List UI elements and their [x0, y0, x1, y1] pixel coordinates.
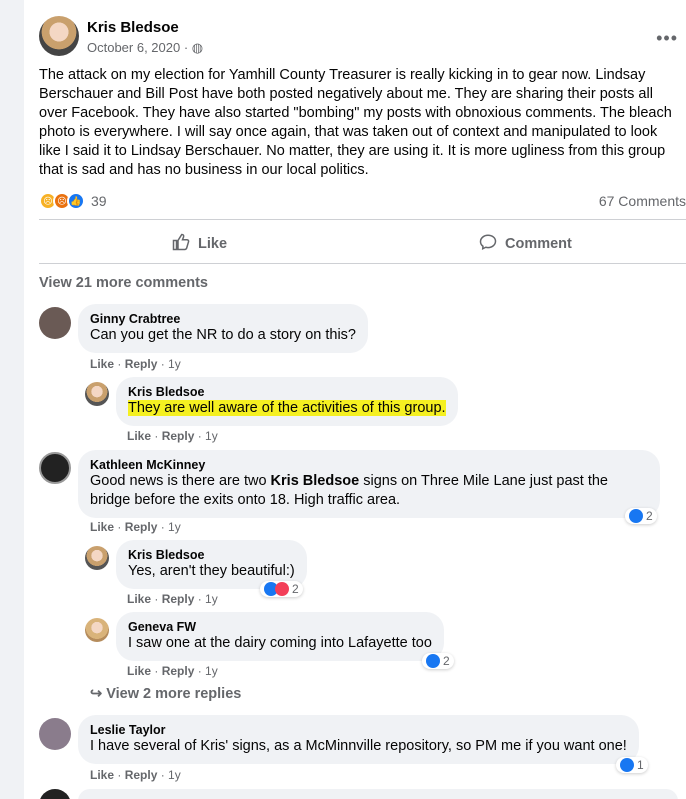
comment-actions: Like · Reply · 1y	[127, 664, 218, 678]
heart-icon	[275, 582, 289, 596]
comment-icon	[479, 233, 497, 255]
comment-actions: Like · Reply · 1y	[90, 768, 181, 782]
view-more-comments[interactable]: View 21 more comments	[39, 275, 208, 291]
comment-reaction-count: 2	[646, 509, 653, 523]
reply-arrow-icon: ↪	[90, 686, 103, 702]
comment-label: Comment	[505, 236, 572, 252]
comment-like-link[interactable]: Like	[90, 520, 114, 534]
comment-bubble: Geneva FW I saw one at the dairy coming …	[116, 612, 444, 661]
comment-bubble: Kathleen McKinney Good news is there are…	[78, 450, 660, 518]
comment-text: Good news is there are two Kris Bledsoe …	[90, 472, 648, 510]
comment-time[interactable]: 1y	[168, 520, 181, 534]
like-icon	[620, 758, 634, 772]
comment-like-link[interactable]: Like	[127, 664, 151, 678]
author-avatar[interactable]	[39, 16, 79, 56]
comment-author[interactable]: Kathleen McKinney	[90, 458, 648, 472]
comment-text: I saw one at the dairy coming into Lafay…	[128, 635, 432, 651]
like-icon	[629, 509, 643, 523]
comment-text: They are well aware of the activities of…	[128, 399, 446, 418]
comment-text: I have several of Kris' signs, as a McMi…	[90, 738, 627, 754]
post-meta: October 6, 2020 · ◍	[87, 40, 203, 56]
avatar[interactable]	[85, 546, 109, 570]
comment-reply-link[interactable]: Reply	[125, 520, 158, 534]
avatar[interactable]	[39, 789, 71, 799]
comment-author[interactable]: Ginny Crabtree	[90, 312, 356, 326]
comment-reply-link[interactable]: Reply	[125, 357, 158, 371]
comment-text: Yes, aren't they beautiful:)	[128, 563, 295, 579]
avatar[interactable]	[39, 307, 71, 339]
comment-reactions[interactable]: 2	[625, 508, 657, 524]
comment-bubble	[78, 789, 678, 799]
comment-reactions[interactable]: 2	[260, 581, 303, 597]
comment-time[interactable]: 1y	[168, 768, 181, 782]
avatar[interactable]	[85, 382, 109, 406]
divider	[39, 263, 686, 264]
comment-time[interactable]: 1y	[205, 429, 218, 443]
reaction-count: 39	[91, 193, 107, 209]
comment-author[interactable]: Kris Bledsoe	[128, 548, 295, 562]
comment-like-link[interactable]: Like	[127, 429, 151, 443]
comment-actions: Like · Reply · 1y	[127, 429, 218, 443]
comment-author[interactable]: Kris Bledsoe	[128, 385, 446, 399]
thumbs-up-icon	[172, 233, 190, 255]
comment-time[interactable]: 1y	[205, 664, 218, 678]
comment-actions: Like · Reply · 1y	[90, 357, 181, 371]
comment-reaction-count: 1	[637, 758, 644, 772]
comments-count[interactable]: 67 Comments	[599, 193, 686, 209]
comment-author[interactable]: Geneva FW	[128, 620, 432, 634]
mention-link[interactable]: Kris Bledsoe	[271, 473, 360, 489]
like-icon	[426, 654, 440, 668]
avatar[interactable]	[39, 718, 71, 750]
globe-icon: · ◍	[183, 40, 204, 55]
comment-like-link[interactable]: Like	[127, 592, 151, 606]
comment-reactions[interactable]: 1	[616, 757, 648, 773]
comment-actions: Like · Reply · 1y	[127, 592, 218, 606]
view-more-replies[interactable]: ↪ View 2 more replies	[90, 686, 241, 702]
avatar[interactable]	[39, 452, 71, 484]
post-text: The attack on my election for Yamhill Co…	[39, 67, 672, 178]
comment-text: Can you get the NR to do a story on this…	[90, 327, 356, 343]
like-button[interactable]: Like	[172, 233, 227, 255]
comment-text-pre: Good news is there are two	[90, 473, 271, 489]
post-card: Kris Bledsoe October 6, 2020 · ◍ ••• The…	[24, 0, 686, 799]
comment-reply-link[interactable]: Reply	[162, 592, 195, 606]
comment-author[interactable]: Leslie Taylor	[90, 723, 627, 737]
comment-reply-link[interactable]: Reply	[125, 768, 158, 782]
reaction-summary[interactable]: ☹ ☹ 👍 39	[39, 191, 107, 211]
like-label: Like	[198, 236, 228, 252]
like-icon: 👍	[67, 192, 85, 210]
comment-actions: Like · Reply · 1y	[90, 520, 181, 534]
comment-like-link[interactable]: Like	[90, 357, 114, 371]
comment-bubble: Ginny Crabtree Can you get the NR to do …	[78, 304, 368, 353]
comment-reactions[interactable]: 2	[422, 653, 454, 669]
comment-time[interactable]: 1y	[168, 357, 181, 371]
comment-like-link[interactable]: Like	[90, 768, 114, 782]
comment-reaction-count: 2	[443, 654, 450, 668]
divider	[39, 219, 686, 220]
comment-bubble: Leslie Taylor I have several of Kris' si…	[78, 715, 639, 764]
comment-reaction-count: 2	[292, 582, 299, 596]
author-name[interactable]: Kris Bledsoe	[87, 19, 179, 36]
comment-reply-link[interactable]: Reply	[162, 429, 195, 443]
comment-bubble: Kris Bledsoe They are well aware of the …	[116, 377, 458, 426]
comment-reply-link[interactable]: Reply	[162, 664, 195, 678]
comment-time[interactable]: 1y	[205, 592, 218, 606]
more-options-icon[interactable]: •••	[656, 28, 678, 49]
view-more-replies-label: View 2 more replies	[106, 686, 242, 702]
highlighted-text: They are well aware of the activities of…	[128, 400, 446, 416]
avatar[interactable]	[85, 618, 109, 642]
comment-button[interactable]: Comment	[479, 233, 572, 255]
post-header: Kris Bledsoe October 6, 2020 · ◍ •••	[39, 16, 686, 60]
post-date[interactable]: October 6, 2020	[87, 40, 180, 55]
